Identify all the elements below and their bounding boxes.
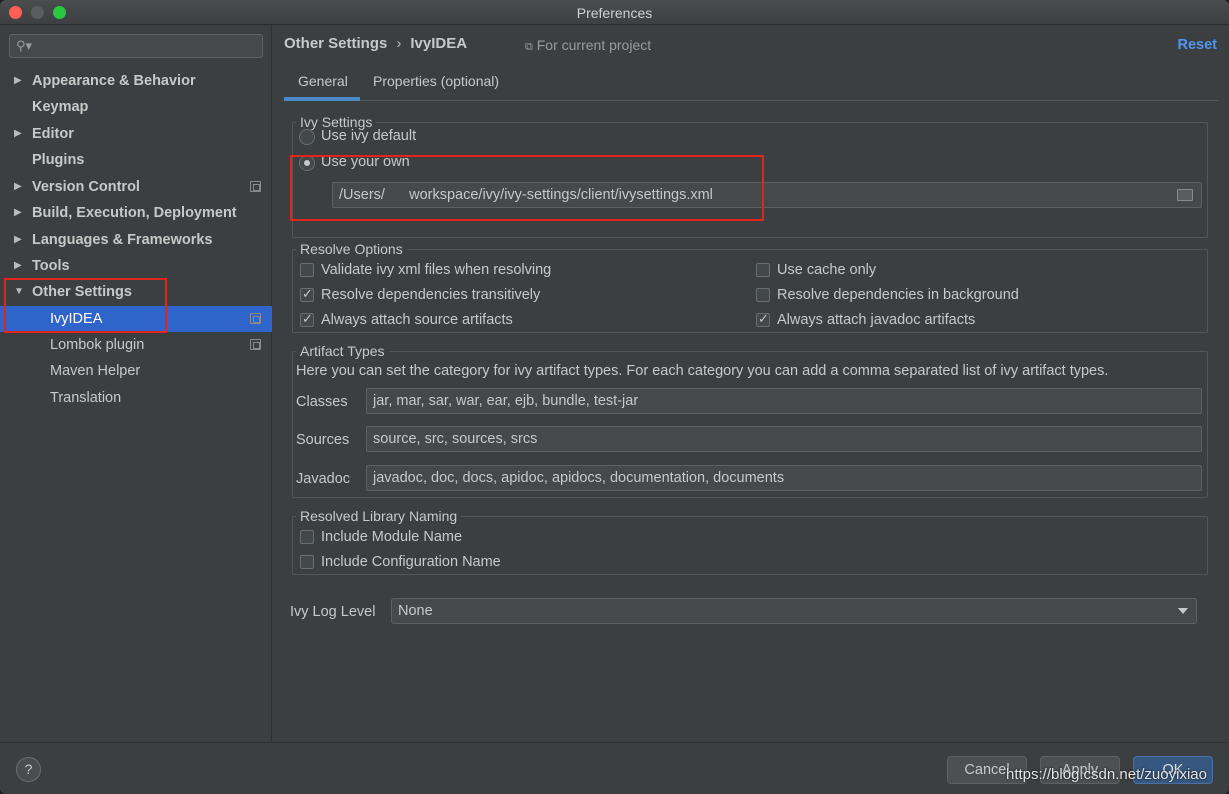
sidebar-item-label: Version Control <box>32 179 140 195</box>
background-resolve-checkbox[interactable] <box>756 288 770 302</box>
validate-label: Validate ivy xml files when resolving <box>321 262 552 278</box>
breadcrumb-current: IvyIDEA <box>410 35 468 52</box>
attach-source-checkbox[interactable] <box>300 311 314 327</box>
scope-text: For current project <box>536 37 652 53</box>
folder-icon[interactable] <box>1177 189 1193 201</box>
sidebar-item-label: Keymap <box>32 99 89 115</box>
expand-arrow-icon[interactable]: ▶ <box>14 68 22 94</box>
use-ivy-default-label: Use ivy default <box>321 128 417 144</box>
settings-search-input[interactable]: ⚲▾ <box>9 34 263 58</box>
sidebar-item-editor[interactable]: ▶ Editor <box>0 121 272 147</box>
include-configuration-label: Include Configuration Name <box>321 554 501 570</box>
include-module-checkbox[interactable] <box>300 530 314 544</box>
tab-bar: General Properties (optional) <box>284 65 1219 101</box>
include-configuration-checkbox[interactable] <box>300 555 314 569</box>
active-tab-indicator <box>284 97 360 101</box>
transitive-checkbox[interactable] <box>300 286 314 302</box>
artifact-types-description: Here you can set the category for ivy ar… <box>296 363 1109 379</box>
expand-arrow-icon[interactable]: ▶ <box>14 227 22 253</box>
project-scope-icon <box>250 181 261 192</box>
sources-label: Sources <box>296 432 350 448</box>
sidebar-item-tools[interactable]: ▶ Tools <box>0 253 272 279</box>
tab-general[interactable]: General <box>298 73 348 89</box>
help-button[interactable]: ? <box>16 757 41 782</box>
sidebar-item-label: Maven Helper <box>50 363 141 379</box>
background-resolve-label: Resolve dependencies in background <box>777 287 1019 303</box>
expand-arrow-icon[interactable]: ▶ <box>14 121 22 147</box>
tab-properties[interactable]: Properties (optional) <box>373 73 499 89</box>
sidebar-item-languages[interactable]: ▶ Languages & Frameworks <box>0 227 272 253</box>
expand-arrow-icon[interactable]: ▶ <box>14 253 22 279</box>
cache-only-checkbox[interactable] <box>756 263 770 277</box>
dialog-footer: ? Cancel Apply OK https://blog.csdn.net/… <box>0 742 1229 794</box>
expand-arrow-icon[interactable]: ▶ <box>14 174 22 200</box>
title-bar: Preferences <box>0 0 1229 25</box>
sidebar-item-label: Lombok plugin <box>50 337 145 353</box>
project-scope-icon: ⧉ <box>525 41 533 53</box>
javadoc-field[interactable]: javadoc, doc, docs, apidoc, apidocs, doc… <box>366 465 1202 491</box>
breadcrumb: Other Settings › IvyIDEA <box>284 35 467 52</box>
attach-source-label: Always attach source artifacts <box>321 312 513 328</box>
search-icon: ⚲▾ <box>16 38 33 53</box>
breadcrumb-parent[interactable]: Other Settings <box>284 35 387 52</box>
sidebar-item-keymap[interactable]: Keymap <box>0 94 272 120</box>
sidebar-item-appearance[interactable]: ▶ Appearance & Behavior <box>0 68 272 94</box>
scope-label: ⧉ For current project <box>525 37 651 54</box>
sidebar-item-label: Languages & Frameworks <box>32 232 213 248</box>
project-scope-icon <box>250 339 261 350</box>
reset-link[interactable]: Reset <box>1178 37 1218 53</box>
log-level-value: None <box>398 603 433 619</box>
log-level-label: Ivy Log Level <box>290 604 376 620</box>
sidebar-item-label: Tools <box>32 258 70 274</box>
classes-field[interactable]: jar, mar, sar, war, ear, ejb, bundle, te… <box>366 388 1202 414</box>
validate-checkbox[interactable] <box>300 263 314 277</box>
sidebar-item-build[interactable]: ▶ Build, Execution, Deployment <box>0 200 272 226</box>
sidebar-item-label: Build, Execution, Deployment <box>32 205 237 221</box>
transitive-label: Resolve dependencies transitively <box>321 287 541 303</box>
include-module-label: Include Module Name <box>321 529 463 545</box>
sidebar-item-maven-helper[interactable]: Maven Helper <box>0 358 272 384</box>
sidebar-item-version-control[interactable]: ▶ Version Control <box>0 174 272 200</box>
expand-arrow-icon[interactable]: ▶ <box>14 200 22 226</box>
highlight-annotation-sidebar <box>4 278 167 333</box>
cache-only-label: Use cache only <box>777 262 877 278</box>
chevron-down-icon <box>1178 608 1188 614</box>
group-title: Artifact Types <box>296 343 389 359</box>
group-title: Resolve Options <box>296 241 407 257</box>
attach-javadoc-checkbox[interactable] <box>756 311 770 327</box>
sidebar-item-label: Editor <box>32 126 74 142</box>
settings-sidebar: ⚲▾ ▶ Appearance & Behavior Keymap ▶ Edit… <box>0 25 272 742</box>
attach-javadoc-label: Always attach javadoc artifacts <box>777 312 976 328</box>
sidebar-item-label: Appearance & Behavior <box>32 73 196 89</box>
group-title: Resolved Library Naming <box>296 508 462 524</box>
window-title: Preferences <box>576 5 653 21</box>
sidebar-item-lombok[interactable]: Lombok plugin <box>0 332 272 358</box>
sidebar-item-label: Plugins <box>32 152 85 168</box>
sidebar-item-translation[interactable]: Translation <box>0 385 272 411</box>
sources-field[interactable]: source, src, sources, srcs <box>366 426 1202 452</box>
project-scope-icon <box>250 313 261 324</box>
breadcrumb-separator: › <box>396 35 402 52</box>
settings-content: Other Settings › IvyIDEA ⧉ For current pro… <box>273 25 1229 742</box>
watermark: https://blog.csdn.net/zuoyixiao <box>1006 766 1207 783</box>
preferences-window: Preferences ⚲▾ ▶ Appearance & Behavior K… <box>0 0 1229 794</box>
highlight-annotation-path <box>290 155 764 221</box>
classes-label: Classes <box>296 394 348 410</box>
log-level-select[interactable]: None <box>391 598 1197 624</box>
use-ivy-default-radio[interactable] <box>299 129 315 145</box>
sidebar-item-plugins[interactable]: Plugins <box>0 147 272 173</box>
javadoc-label: Javadoc <box>296 471 351 487</box>
sidebar-item-label: Translation <box>50 390 122 406</box>
